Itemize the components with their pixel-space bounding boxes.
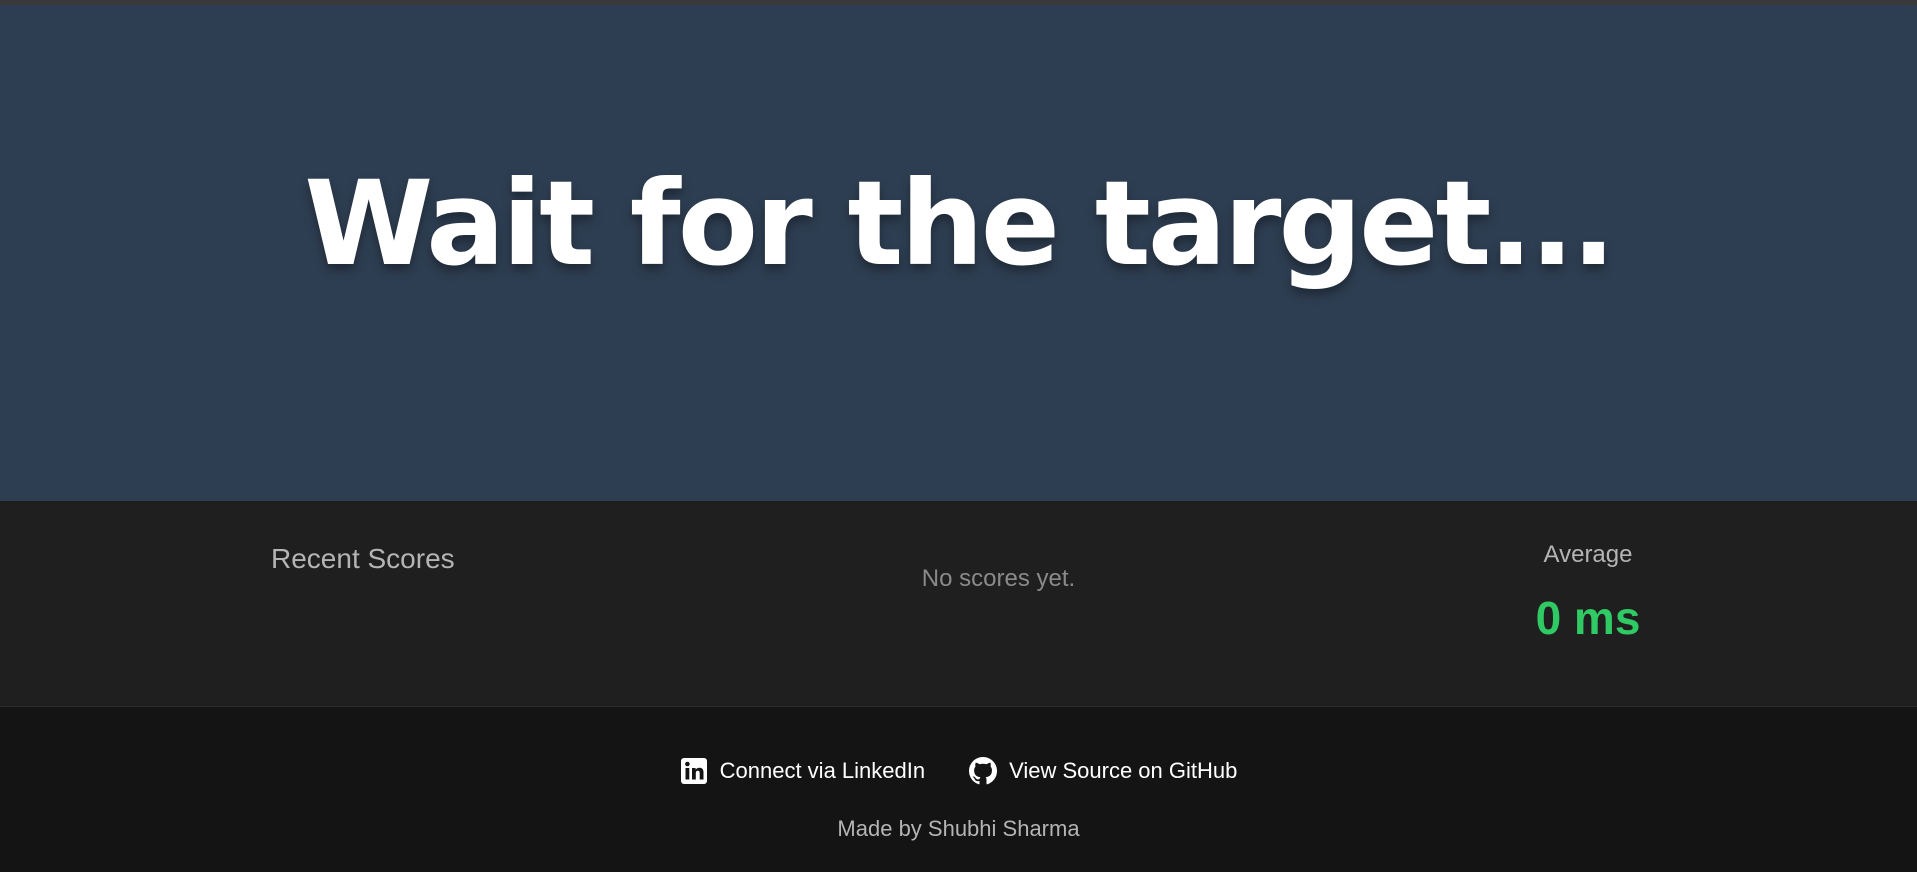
footer: Connect via LinkedIn View Source on GitH… [0, 707, 1917, 872]
github-link-label: View Source on GitHub [1009, 758, 1238, 783]
github-icon [969, 757, 998, 785]
average-label: Average [1543, 541, 1633, 568]
status-message: Wait for the target... [304, 154, 1616, 292]
scores-panel: Recent Scores No scores yet. Average 0 m… [0, 501, 1917, 707]
average-value: 0 ms [1535, 592, 1641, 644]
average-panel: Average 0 ms [1488, 541, 1688, 645]
footer-links: Connect via LinkedIn View Source on GitH… [0, 757, 1917, 785]
reaction-target-area[interactable]: Wait for the target... [0, 5, 1917, 501]
github-link[interactable]: View Source on GitHub [969, 757, 1237, 785]
linkedin-link[interactable]: Connect via LinkedIn [680, 757, 925, 785]
linkedin-icon [680, 757, 708, 785]
made-by-credit: Made by Shubhi Sharma [837, 816, 1080, 841]
linkedin-link-label: Connect via LinkedIn [719, 758, 926, 783]
